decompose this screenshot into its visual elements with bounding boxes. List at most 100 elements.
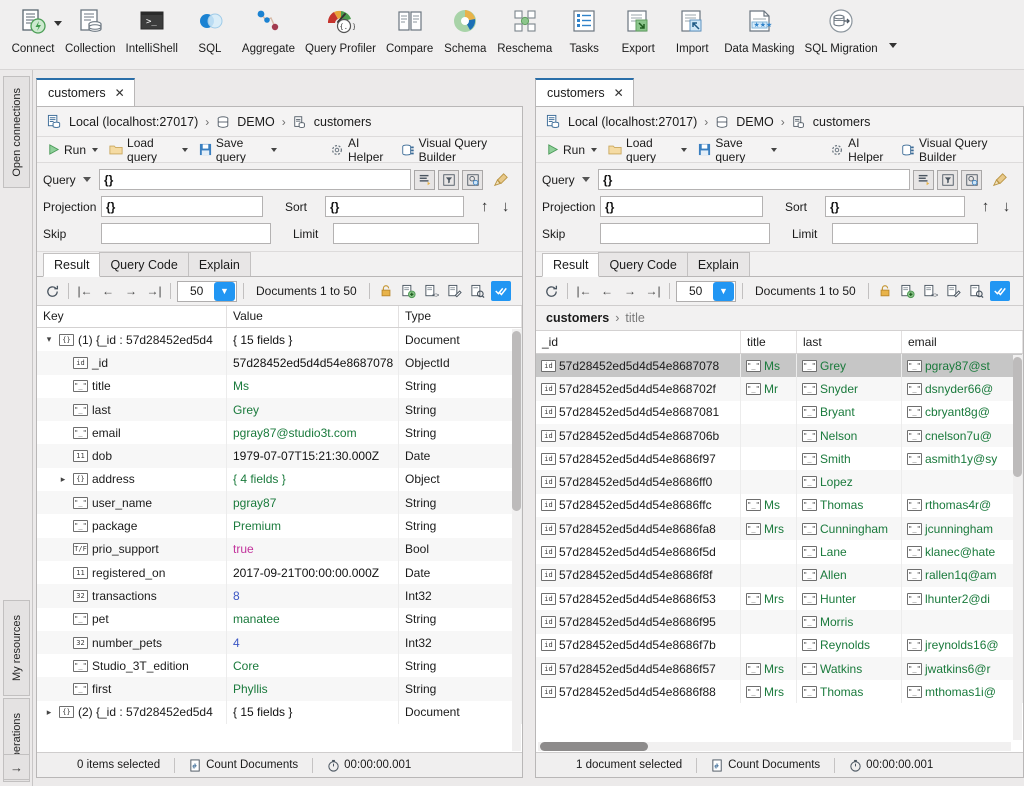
breadcrumb-connection[interactable]: Local (localhost:27017)	[568, 115, 697, 129]
first-page-icon[interactable]: |←	[75, 281, 95, 301]
query-format-button[interactable]	[913, 170, 934, 190]
ai-helper-button[interactable]: AI Helper	[326, 135, 394, 165]
last-page-icon[interactable]: →|	[643, 281, 663, 301]
tree-row[interactable]: ▸{}(2) {_id : 57d28452ed5d4{ 15 fields }…	[37, 701, 522, 724]
close-icon[interactable]: ✕	[115, 86, 125, 100]
table-row[interactable]: id57d28452ed5d4d54e8686fa8"_"Mrs"_"Cunni…	[536, 517, 1023, 540]
table-breadcrumb-field[interactable]: title	[625, 311, 644, 325]
sort-descending-icon[interactable]: ↓	[996, 198, 1017, 215]
table-header-email[interactable]: email	[902, 331, 1023, 353]
projection-input[interactable]: {}	[101, 196, 263, 217]
tree-row[interactable]: "_"emailpgray87@studio3t.comString	[37, 421, 522, 444]
table-hscroll-thumb[interactable]	[540, 742, 648, 751]
tree-row[interactable]: 32transactions8Int32	[37, 584, 522, 607]
sort-ascending-icon[interactable]: ↑	[474, 198, 495, 215]
chevron-down-icon[interactable]	[771, 148, 777, 152]
table-vscroll-thumb[interactable]	[1013, 357, 1022, 477]
save-query-button[interactable]: Save query	[694, 135, 781, 165]
tree-header-key[interactable]: Key	[37, 306, 227, 327]
edit-document-icon[interactable]	[944, 281, 964, 301]
result-tree-grid[interactable]: Key Value Type ▾{}(1) {_id : 57d28452ed5…	[37, 306, 522, 752]
lock-icon[interactable]	[875, 281, 895, 301]
query-format-button[interactable]	[414, 170, 435, 190]
load-query-button[interactable]: Load query	[105, 135, 192, 165]
query-filter-button[interactable]	[937, 170, 958, 190]
breadcrumb-connection[interactable]: Local (localhost:27017)	[69, 115, 198, 129]
find-document-icon[interactable]	[967, 281, 987, 301]
close-icon[interactable]: ✕	[614, 86, 624, 100]
document-tab-customers[interactable]: customers ✕	[36, 78, 135, 106]
query-options-button[interactable]	[462, 170, 483, 190]
tab-result[interactable]: Result	[542, 253, 599, 277]
table-row[interactable]: id57d28452ed5d4d54e8687081"_"Bryant"_"cb…	[536, 401, 1023, 424]
toolbar-button-reschema[interactable]: Reschema	[492, 0, 557, 55]
toolbar-button-aggregate[interactable]: Aggregate	[237, 0, 300, 55]
toolbar-button-connect[interactable]: Connect	[6, 0, 60, 55]
clear-query-button[interactable]	[490, 170, 511, 190]
load-query-button[interactable]: Load query	[604, 135, 691, 165]
table-row[interactable]: id57d28452ed5d4d54e868702f"_"Mr"_"Snyder…	[536, 377, 1023, 400]
tree-vscrollbar[interactable]	[512, 329, 521, 751]
sort-descending-icon[interactable]: ↓	[495, 198, 516, 215]
tree-row[interactable]: 11dob1979-07-07T15:21:30.000ZDate	[37, 444, 522, 467]
tab-query-code[interactable]: Query Code	[99, 252, 188, 276]
chevron-down-icon[interactable]	[83, 177, 91, 182]
tab-query-code[interactable]: Query Code	[598, 252, 687, 276]
table-row[interactable]: id57d28452ed5d4d54e8686f88"_"Mrs"_"Thoma…	[536, 680, 1023, 703]
skip-input[interactable]	[101, 223, 271, 244]
chevron-down-icon[interactable]	[271, 148, 277, 152]
tree-vscroll-thumb[interactable]	[512, 331, 521, 511]
tree-row[interactable]: "_"packagePremiumString	[37, 514, 522, 537]
table-vscrollbar[interactable]	[1013, 355, 1022, 740]
toolbar-button-export[interactable]: Export	[611, 0, 665, 55]
table-header-last[interactable]: last	[797, 331, 902, 353]
tab-explain[interactable]: Explain	[188, 252, 251, 276]
table-header-title[interactable]: title	[741, 331, 797, 353]
query-input[interactable]: {}	[99, 169, 411, 190]
refresh-icon[interactable]	[541, 281, 561, 301]
toolbar-overflow-chevron-icon[interactable]	[889, 43, 897, 48]
breadcrumb-collection[interactable]: customers	[813, 115, 871, 129]
toolbar-button-collection[interactable]: Collection	[60, 0, 121, 55]
refresh-icon[interactable]	[42, 281, 62, 301]
table-row[interactable]: id57d28452ed5d4d54e8686f8f"_"Allen"_"ral…	[536, 564, 1023, 587]
tree-row[interactable]: T/Fprio_supporttrueBool	[37, 538, 522, 561]
select-all-icon[interactable]	[491, 281, 511, 301]
tree-header-value[interactable]: Value	[227, 306, 399, 327]
tree-row[interactable]: "_"lastGreyString	[37, 398, 522, 421]
tree-row[interactable]: 11registered_on2017-09-21T00:00:00.000ZD…	[37, 561, 522, 584]
toolbar-button-sql[interactable]: SQL	[183, 0, 237, 55]
sort-input[interactable]: {}	[325, 196, 464, 217]
count-documents-button[interactable]: # Count Documents	[711, 759, 820, 772]
tree-row[interactable]: "_"Studio_3T_editionCoreString	[37, 654, 522, 677]
tree-row[interactable]: ▸{}address{ 4 fields }Object	[37, 468, 522, 491]
tree-row[interactable]: ▾{}(1) {_id : 57d28452ed5d4{ 15 fields }…	[37, 328, 522, 351]
prev-page-icon[interactable]: ←	[597, 281, 617, 301]
tab-result[interactable]: Result	[43, 253, 100, 277]
projection-input[interactable]: {}	[600, 196, 763, 217]
prev-page-icon[interactable]: ←	[98, 281, 118, 301]
add-document-icon[interactable]	[399, 281, 419, 301]
rail-expand-arrow-icon[interactable]: →	[3, 754, 30, 780]
tree-header-type[interactable]: Type	[399, 306, 522, 327]
table-header-_id[interactable]: _id	[536, 331, 741, 353]
select-all-icon[interactable]	[990, 281, 1010, 301]
toolbar-button-sql-migration[interactable]: SQL Migration	[800, 0, 883, 55]
visual-query-builder-button[interactable]: Visual Query Builder	[397, 135, 516, 165]
count-documents-button[interactable]: # Count Documents	[189, 759, 298, 772]
limit-input[interactable]	[832, 223, 978, 244]
chevron-down-icon[interactable]	[681, 148, 687, 152]
query-input[interactable]: {}	[598, 169, 910, 190]
last-page-icon[interactable]: →|	[144, 281, 164, 301]
rail-tab-my-resources[interactable]: My resources	[3, 600, 30, 696]
breadcrumb-database[interactable]: DEMO	[736, 115, 774, 129]
clear-query-button[interactable]	[989, 170, 1010, 190]
lock-icon[interactable]	[376, 281, 396, 301]
toolbar-button-data-masking[interactable]: ★★★ Data Masking	[719, 0, 799, 55]
expand-collapse-icon[interactable]: ▾	[43, 334, 55, 345]
edit-document-icon[interactable]	[445, 281, 465, 301]
breadcrumb-collection[interactable]: customers	[314, 115, 372, 129]
save-query-button[interactable]: Save query	[195, 135, 282, 165]
chevron-down-icon[interactable]	[591, 148, 597, 152]
table-hscrollbar[interactable]	[538, 742, 1011, 751]
